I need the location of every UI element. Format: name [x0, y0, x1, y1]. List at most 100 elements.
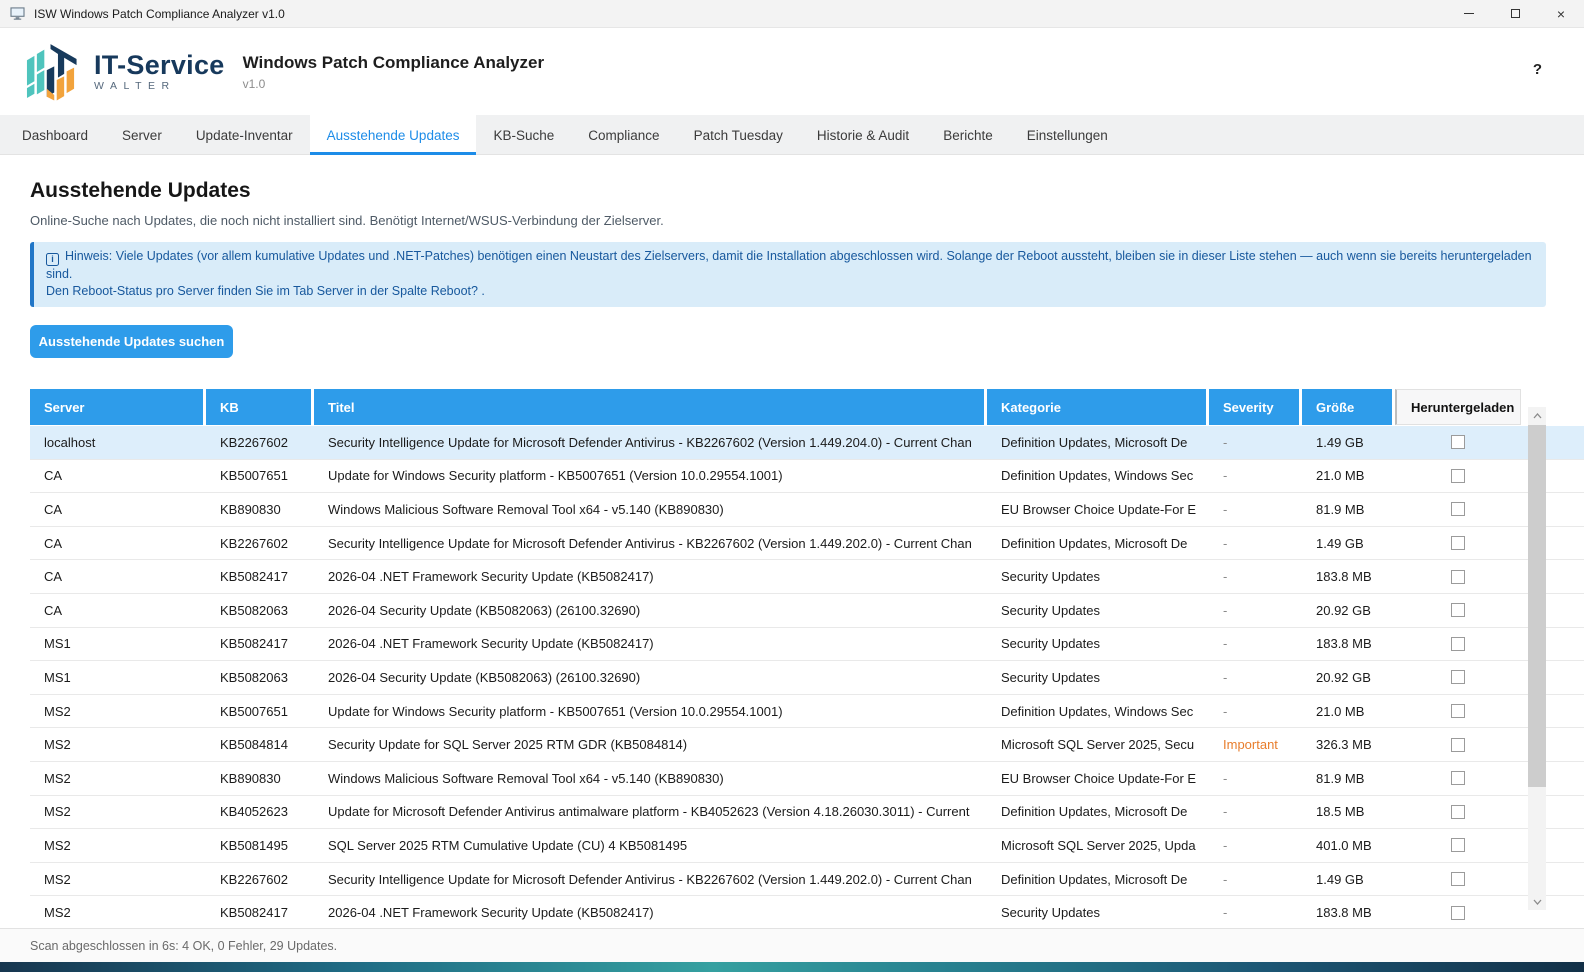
scrollbar-thumb[interactable] — [1528, 425, 1546, 787]
column-header-heruntergeladen[interactable]: Heruntergeladen — [1395, 389, 1521, 425]
tab-server[interactable]: Server — [105, 115, 179, 155]
page-subtitle: Online-Suche nach Updates, die noch nich… — [30, 213, 1584, 228]
tab-historie-audit[interactable]: Historie & Audit — [800, 115, 926, 155]
downloaded-checkbox[interactable] — [1451, 872, 1465, 886]
cell-size: 326.3 MB — [1302, 737, 1392, 752]
downloaded-checkbox[interactable] — [1451, 704, 1465, 718]
maximize-button[interactable] — [1492, 0, 1538, 28]
close-button[interactable]: × — [1538, 0, 1584, 28]
downloaded-checkbox[interactable] — [1451, 570, 1465, 584]
cell-title: 2026-04 Security Update (KB5082063) (261… — [314, 670, 984, 685]
downloaded-checkbox[interactable] — [1451, 469, 1465, 483]
downloaded-checkbox[interactable] — [1451, 838, 1465, 852]
app-header: IT-Service WALTER Windows Patch Complian… — [0, 28, 1584, 115]
vertical-scrollbar[interactable] — [1528, 407, 1546, 910]
help-button[interactable]: ? — [1533, 61, 1542, 78]
table-row[interactable]: MS2KB5007651Update for Windows Security … — [30, 695, 1584, 729]
logo-subname: WALTER — [94, 80, 225, 92]
notice-line1: iHinweis: Viele Updates (vor allem kumul… — [46, 248, 1534, 283]
notice-box: iHinweis: Viele Updates (vor allem kumul… — [30, 242, 1546, 307]
cell-downloaded — [1395, 838, 1521, 852]
cell-category: Definition Updates, Microsoft De — [987, 804, 1206, 819]
cell-title: Security Intelligence Update for Microso… — [314, 872, 984, 887]
scroll-up-icon[interactable] — [1528, 407, 1546, 424]
cell-title: 2026-04 .NET Framework Security Update (… — [314, 569, 984, 584]
downloaded-checkbox[interactable] — [1451, 536, 1465, 550]
cell-severity: - — [1209, 603, 1299, 618]
tab-patch-tuesday[interactable]: Patch Tuesday — [677, 115, 800, 155]
table-row[interactable]: localhostKB2267602Security Intelligence … — [30, 426, 1584, 460]
cell-category: Security Updates — [987, 569, 1206, 584]
cell-server: MS2 — [30, 704, 203, 719]
downloaded-checkbox[interactable] — [1451, 738, 1465, 752]
cell-category: Definition Updates, Windows Sec — [987, 468, 1206, 483]
table-row[interactable]: CAKB890830Windows Malicious Software Rem… — [30, 493, 1584, 527]
downloaded-checkbox[interactable] — [1451, 435, 1465, 449]
cell-server: CA — [30, 569, 203, 584]
cell-kb: KB5082417 — [206, 905, 311, 920]
table-row[interactable]: MS2KB5081495SQL Server 2025 RTM Cumulati… — [30, 829, 1584, 863]
tab-dashboard[interactable]: Dashboard — [5, 115, 105, 155]
cell-kb: KB5082063 — [206, 670, 311, 685]
cell-severity: Important — [1209, 737, 1299, 752]
table-row[interactable]: MS2KB2267602Security Intelligence Update… — [30, 863, 1584, 897]
table-row[interactable]: MS2KB5084814Security Update for SQL Serv… — [30, 728, 1584, 762]
cell-severity: - — [1209, 872, 1299, 887]
window-title: ISW Windows Patch Compliance Analyzer v1… — [34, 7, 285, 21]
cell-title: Update for Microsoft Defender Antivirus … — [314, 804, 984, 819]
tab-compliance[interactable]: Compliance — [571, 115, 676, 155]
minimize-button[interactable] — [1446, 0, 1492, 28]
column-header-kategorie[interactable]: Kategorie — [987, 389, 1206, 425]
table-row[interactable]: CAKB5007651Update for Windows Security p… — [30, 460, 1584, 494]
page-content: Ausstehende Updates Online-Suche nach Up… — [0, 155, 1584, 928]
table-row[interactable]: CAKB50824172026-04 .NET Framework Securi… — [30, 560, 1584, 594]
tab-einstellungen[interactable]: Einstellungen — [1010, 115, 1125, 155]
cell-kb: KB4052623 — [206, 804, 311, 819]
cell-downloaded — [1395, 637, 1521, 651]
cell-kb: KB2267602 — [206, 435, 311, 450]
window-bottom-edge — [0, 962, 1584, 972]
cell-downloaded — [1395, 805, 1521, 819]
cell-title: SQL Server 2025 RTM Cumulative Update (C… — [314, 838, 984, 853]
search-pending-updates-button[interactable]: Ausstehende Updates suchen — [30, 325, 233, 358]
cell-category: Definition Updates, Microsoft De — [987, 872, 1206, 887]
cell-kb: KB5082417 — [206, 636, 311, 651]
cell-kb: KB5084814 — [206, 737, 311, 752]
cell-kb: KB890830 — [206, 771, 311, 786]
table-row[interactable]: MS2KB890830Windows Malicious Software Re… — [30, 762, 1584, 796]
downloaded-checkbox[interactable] — [1451, 637, 1465, 651]
company-logo-icon — [22, 42, 84, 102]
app-window: ISW Windows Patch Compliance Analyzer v1… — [0, 0, 1584, 972]
tab-berichte[interactable]: Berichte — [926, 115, 1010, 155]
table-row[interactable]: MS2KB50824172026-04 .NET Framework Secur… — [30, 896, 1584, 928]
downloaded-checkbox[interactable] — [1451, 603, 1465, 617]
cell-category: Definition Updates, Windows Sec — [987, 704, 1206, 719]
tab-kb-suche[interactable]: KB-Suche — [476, 115, 571, 155]
cell-severity: - — [1209, 502, 1299, 517]
downloaded-checkbox[interactable] — [1451, 906, 1465, 920]
table-row[interactable]: MS1KB50824172026-04 .NET Framework Secur… — [30, 628, 1584, 662]
table-row[interactable]: MS2KB4052623Update for Microsoft Defende… — [30, 796, 1584, 830]
column-header-titel[interactable]: Titel — [314, 389, 984, 425]
logo-name: IT-Service — [94, 51, 225, 79]
downloaded-checkbox[interactable] — [1451, 502, 1465, 516]
table-row[interactable]: MS1KB50820632026-04 Security Update (KB5… — [30, 661, 1584, 695]
table-row[interactable]: CAKB2267602Security Intelligence Update … — [30, 527, 1584, 561]
column-header-severity[interactable]: Severity — [1209, 389, 1299, 425]
cell-category: Security Updates — [987, 636, 1206, 651]
column-header-server[interactable]: Server — [30, 389, 203, 425]
cell-category: EU Browser Choice Update-For E — [987, 771, 1206, 786]
cell-title: Security Intelligence Update for Microso… — [314, 536, 984, 551]
downloaded-checkbox[interactable] — [1451, 670, 1465, 684]
tab-ausstehende-updates[interactable]: Ausstehende Updates — [310, 115, 477, 155]
downloaded-checkbox[interactable] — [1451, 771, 1465, 785]
cell-server: CA — [30, 536, 203, 551]
table-row[interactable]: CAKB50820632026-04 Security Update (KB50… — [30, 594, 1584, 628]
downloaded-checkbox[interactable] — [1451, 805, 1465, 819]
cell-kb: KB2267602 — [206, 872, 311, 887]
column-header-kb[interactable]: KB — [206, 389, 311, 425]
tab-update-inventar[interactable]: Update-Inventar — [179, 115, 310, 155]
scroll-down-icon[interactable] — [1528, 893, 1546, 910]
company-logo-text: IT-Service WALTER — [94, 51, 225, 92]
column-header-größe[interactable]: Größe — [1302, 389, 1392, 425]
